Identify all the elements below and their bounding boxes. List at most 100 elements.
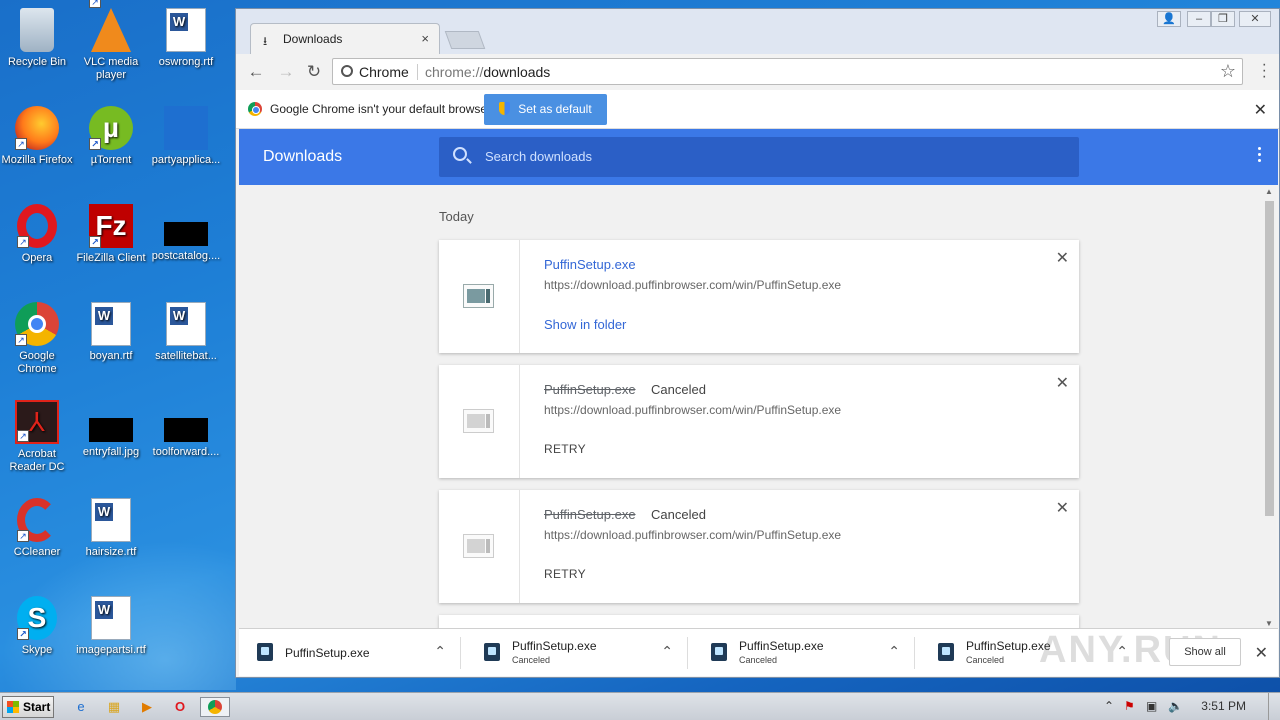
- download-shelf: PuffinSetup.exe ⌃ PuffinSetup.exe Cancel…: [239, 628, 1278, 676]
- search-downloads-field[interactable]: Search downloads: [439, 137, 1079, 177]
- shelf-item-name: PuffinSetup.exe: [285, 646, 370, 660]
- desktop-icon-label: partyapplica...: [151, 154, 221, 166]
- show-in-folder-link[interactable]: Show in folder: [544, 317, 626, 332]
- network-icon[interactable]: ▣: [1146, 699, 1157, 713]
- file-explorer-icon[interactable]: ▦: [103, 697, 125, 717]
- opera-taskbar-icon[interactable]: O: [169, 697, 191, 717]
- remove-item-icon[interactable]: ✕: [1056, 373, 1069, 393]
- infobar-message: Google Chrome isn't your default browser…: [270, 102, 494, 116]
- scrollbar-thumb[interactable]: [1265, 201, 1274, 516]
- internet-explorer-icon[interactable]: e: [70, 697, 92, 717]
- retry-button[interactable]: RETRY: [544, 442, 586, 456]
- volume-icon[interactable]: 🔈: [1168, 699, 1183, 713]
- desktop-icon-partyapplica[interactable]: partyapplica...: [149, 106, 223, 167]
- omnibox-url[interactable]: chrome://downloads: [425, 64, 550, 80]
- remove-item-icon[interactable]: ✕: [1056, 248, 1069, 268]
- minimize-button[interactable]: –: [1187, 11, 1211, 27]
- desktop-icon-chrome[interactable]: ↗ Google Chrome: [0, 302, 74, 376]
- file-icon: [164, 106, 208, 150]
- chevron-up-icon[interactable]: ⌃: [661, 643, 673, 660]
- word-document-icon: W: [166, 302, 206, 346]
- start-button[interactable]: Start: [2, 696, 54, 718]
- chrome-taskbar-icon[interactable]: [200, 697, 230, 717]
- chevron-up-icon[interactable]: ⌃: [888, 643, 900, 660]
- maximize-button[interactable]: ❐: [1211, 11, 1235, 27]
- desktop-icon-label: Acrobat Reader DC: [9, 448, 65, 473]
- scroll-up-arrow-icon[interactable]: ▲: [1265, 187, 1273, 196]
- toolbar: ← → ↻ Chrome chrome://downloads ☆ · · ·: [236, 54, 1279, 90]
- desktop-icon-opera[interactable]: ↗ Opera: [0, 204, 74, 265]
- page-scrollbar[interactable]: ▲ ▼: [1263, 185, 1276, 628]
- shelf-item[interactable]: PuffinSetup.exe Canceled ⌃: [466, 637, 688, 669]
- download-file-name: PuffinSetup.exe: [544, 507, 636, 522]
- shelf-item-status: Canceled: [966, 655, 1005, 665]
- download-source-url[interactable]: https://download.puffinbrowser.com/win/P…: [544, 403, 841, 417]
- desktop-icon-toolforward[interactable]: toolforward....: [149, 400, 223, 459]
- tab-title: Downloads: [283, 32, 343, 46]
- download-item-icon-column: [439, 365, 520, 478]
- desktop-icon-entryfall-jpg[interactable]: entryfall.jpg: [74, 400, 148, 459]
- desktop-icon-firefox[interactable]: ↗ Mozilla Firefox: [0, 106, 74, 167]
- shelf-item-name: PuffinSetup.exe: [966, 639, 1051, 653]
- retry-button[interactable]: RETRY: [544, 567, 586, 581]
- utorrent-icon: µ ↗: [89, 106, 133, 150]
- desktop-icon-skype[interactable]: S ↗ Skype: [0, 596, 74, 657]
- scroll-down-arrow-icon[interactable]: ▼: [1265, 619, 1273, 628]
- media-player-icon[interactable]: ▶: [136, 697, 158, 717]
- omnibox[interactable]: Chrome chrome://downloads ☆: [332, 58, 1243, 85]
- remove-item-icon[interactable]: ✕: [1056, 498, 1069, 518]
- back-arrow-icon[interactable]: ←: [244, 60, 268, 84]
- action-center-icon[interactable]: ⚑: [1124, 699, 1135, 713]
- clock[interactable]: 3:51 PM: [1201, 699, 1246, 713]
- desktop-icon-boyan-rtf[interactable]: W boyan.rtf: [74, 302, 148, 363]
- desktop-icon-ccleaner[interactable]: ↗ CCleaner: [0, 498, 74, 559]
- desktop-icon-postcatalog[interactable]: postcatalog....: [149, 204, 223, 263]
- page-title: Downloads: [263, 148, 343, 165]
- shelf-item[interactable]: PuffinSetup.exe ⌃: [239, 637, 461, 669]
- show-hidden-icons-icon[interactable]: ⌃: [1104, 699, 1114, 713]
- download-item-icon-column: [439, 490, 520, 603]
- desktop-icon-vlc[interactable]: ↗ VLC media player: [74, 0, 148, 82]
- tab-downloads[interactable]: ⭳ Downloads ×: [250, 23, 440, 54]
- desktop-icon-label: hairsize.rtf: [85, 546, 137, 558]
- exe-file-icon: [463, 409, 494, 433]
- reload-icon[interactable]: ↻: [302, 60, 326, 84]
- close-shelf-icon[interactable]: ✕: [1255, 643, 1268, 663]
- download-source-url[interactable]: https://download.puffinbrowser.com/win/P…: [544, 528, 841, 542]
- download-source-url[interactable]: https://download.puffinbrowser.com/win/P…: [544, 278, 841, 292]
- profile-icon[interactable]: 👤: [1157, 11, 1181, 27]
- desktop-icon-satellitebat[interactable]: W satellitebat...: [149, 302, 223, 363]
- show-desktop-button[interactable]: [1268, 693, 1280, 720]
- new-tab-button[interactable]: [444, 31, 486, 49]
- word-document-icon: W: [91, 596, 131, 640]
- show-all-button[interactable]: Show all: [1169, 638, 1241, 666]
- skype-icon: S ↗: [17, 596, 57, 640]
- desktop-icon-label: Mozilla Firefox: [1, 154, 73, 166]
- download-file-name[interactable]: PuffinSetup.exe: [544, 257, 636, 272]
- shelf-item[interactable]: PuffinSetup.exe Canceled ⌃: [693, 637, 915, 669]
- desktop-icon-label: Recycle Bin: [7, 56, 67, 68]
- forward-arrow-icon[interactable]: →: [274, 60, 298, 84]
- desktop-icon-imagepartsi-rtf[interactable]: W imagepartsi.rtf: [74, 596, 148, 657]
- desktop-icon-utorrent[interactable]: µ ↗ µTorrent: [74, 106, 148, 167]
- shelf-item-name: PuffinSetup.exe: [739, 639, 824, 653]
- desktop-icon-label: satellitebat...: [155, 350, 217, 362]
- desktop-icon-oswrong-rtf[interactable]: W oswrong.rtf: [149, 8, 223, 69]
- file-icon: [164, 418, 208, 442]
- chrome-menu-icon[interactable]: · · ·: [1262, 57, 1267, 85]
- tab-close-icon[interactable]: ×: [421, 31, 429, 46]
- close-window-button[interactable]: ✕: [1239, 11, 1271, 27]
- chevron-up-icon[interactable]: ⌃: [434, 643, 446, 660]
- more-actions-icon[interactable]: [1258, 147, 1262, 165]
- desktop-icon-acrobat[interactable]: ⅄ ↗ Acrobat Reader DC: [0, 400, 74, 474]
- desktop-icon-label: imagepartsi.rtf: [76, 644, 146, 656]
- desktop-icon-filezilla[interactable]: Fz ↗ FileZilla Client: [74, 204, 148, 265]
- ccleaner-icon: ↗: [17, 498, 57, 542]
- infobar-close-icon[interactable]: ✕: [1254, 100, 1267, 120]
- desktop-icon-label: postcatalog....: [151, 250, 221, 262]
- desktop-icon-hairsize-rtf[interactable]: W hairsize.rtf: [74, 498, 148, 559]
- desktop-icon-recycle-bin[interactable]: Recycle Bin: [0, 8, 74, 69]
- set-as-default-button[interactable]: Set as default: [484, 94, 607, 125]
- download-icon: ⭳: [263, 34, 268, 48]
- bookmark-star-icon[interactable]: ☆: [1220, 61, 1236, 82]
